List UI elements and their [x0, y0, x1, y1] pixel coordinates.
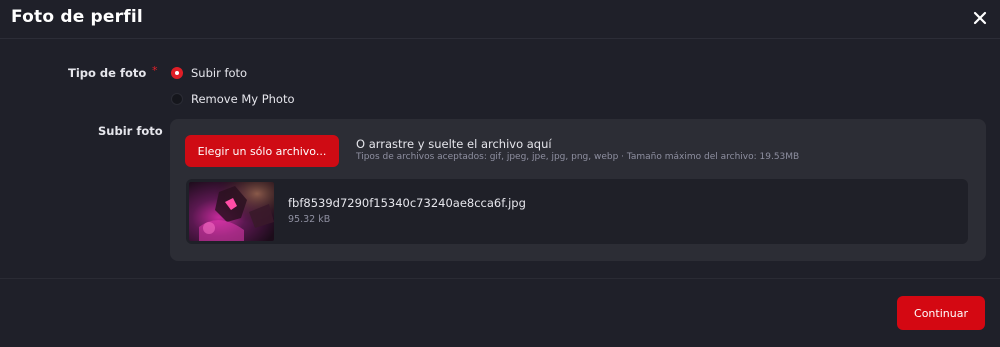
accepted-types-hint: Tipos de archivos aceptados: gif, jpeg, …: [356, 152, 800, 162]
footer-divider: [0, 278, 1000, 279]
file-name: fbf8539d7290f15340c73240ae8cca6f.jpg: [288, 196, 526, 210]
uploaded-file-card: fbf8539d7290f15340c73240ae8cca6f.jpg 95.…: [186, 179, 968, 244]
radio-upload-photo-label: Subir foto: [191, 66, 248, 80]
upload-dropzone[interactable]: Elegir un sólo archivo... O arrastre y s…: [170, 119, 986, 261]
dialog-header: Foto de perfil: [0, 0, 1000, 39]
radio-remove-photo[interactable]: Remove My Photo: [171, 92, 295, 106]
radio-unchecked-icon[interactable]: [171, 93, 183, 105]
photo-type-label: Tipo de foto: [68, 66, 147, 80]
profile-photo-dialog: Foto de perfil Tipo de foto * Subir foto…: [0, 0, 1000, 347]
drop-instructions: O arrastre y suelte el archivo aquí: [356, 137, 552, 151]
continue-button[interactable]: Continuar: [897, 296, 985, 330]
choose-file-button[interactable]: Elegir un sólo archivo...: [185, 135, 339, 167]
upload-photo-label: Subir foto: [98, 124, 163, 138]
image-thumbnail: [189, 182, 274, 241]
dialog-title: Foto de perfil: [11, 7, 143, 27]
file-size: 95.32 kB: [288, 214, 331, 225]
radio-upload-photo[interactable]: Subir foto: [171, 66, 247, 80]
close-icon[interactable]: [972, 10, 988, 26]
radio-remove-photo-label: Remove My Photo: [191, 92, 295, 106]
radio-checked-icon[interactable]: [171, 67, 183, 79]
required-marker: *: [152, 64, 158, 77]
